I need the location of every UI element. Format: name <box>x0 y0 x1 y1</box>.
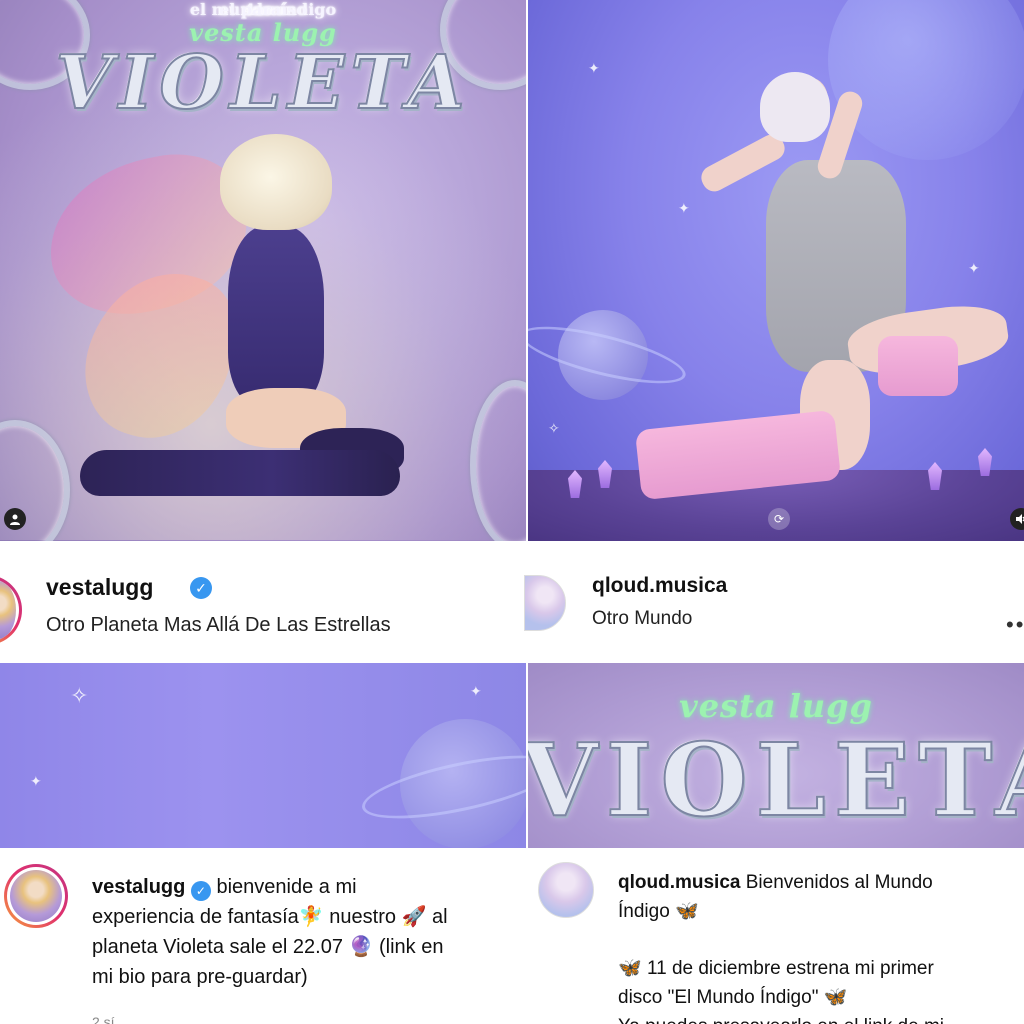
caption-text: mi bio para pre-guardar) <box>92 966 308 988</box>
post-location[interactable]: Otro Planeta Mas Allá De Las Estrellas <box>46 614 391 637</box>
username[interactable]: vestalugg <box>46 574 153 601</box>
cover-artist-name: vesta lugg <box>679 687 873 725</box>
cover-title: VIOLETA <box>54 39 471 127</box>
verified-badge-icon: ✓ <box>190 881 211 901</box>
planet-decoration <box>828 0 1024 160</box>
avatar[interactable] <box>524 575 566 631</box>
caption-text: experiencia de fantasía <box>92 906 299 928</box>
pink-boot <box>878 336 958 396</box>
caption-text: (link en <box>373 936 444 958</box>
butterfly-emoji-icon: 🦋 <box>823 987 848 1008</box>
cover-title: VIOLETA <box>528 720 1024 840</box>
avatar-image <box>0 581 16 639</box>
star-icon: ✦ <box>588 60 600 76</box>
instagram-share-icon: ⟳ <box>768 508 790 530</box>
figure-hair <box>760 72 830 142</box>
banner-track: el paraíso <box>219 0 307 19</box>
photo-otro-mundo[interactable]: ✦ ✦ ✦ ✧ ⟳ <box>528 0 1024 541</box>
album-cover-violeta[interactable]: vesta lugg VIOLETA <box>0 0 526 541</box>
fairy-emoji-icon: 🧚 <box>298 906 324 928</box>
caption-text: disco "El Mundo Índigo" <box>618 987 824 1008</box>
avatar[interactable] <box>538 862 594 918</box>
star-icon: ✦ <box>968 260 980 276</box>
caption-text: 11 de diciembre estrena mi primer <box>641 958 934 979</box>
figure-boots <box>80 450 400 496</box>
figure-body <box>228 226 324 406</box>
caption-text: planeta Violeta sale el 22.07 <box>92 936 349 958</box>
caption-text: Bienvenidos al Mundo <box>740 872 933 893</box>
caption-text: bienvenide a mi <box>216 876 357 898</box>
username[interactable]: qloud.musica <box>618 872 740 893</box>
caption-text: Índigo <box>618 901 676 922</box>
butterfly-emoji-icon: 🦋 <box>675 901 699 922</box>
album-cover-violeta-crop[interactable]: vesta lugg VIOLETA <box>528 663 1024 848</box>
caption-text: Ya puedes presavearlo en el link de mi <box>618 1012 1022 1024</box>
crystal-ball-emoji-icon: 🔮 <box>348 936 374 958</box>
username[interactable]: vestalugg <box>92 876 185 898</box>
rocket-emoji-icon: 🚀 <box>401 906 427 928</box>
user-tag-icon[interactable] <box>4 508 26 530</box>
caption-text: nuestro <box>323 906 402 928</box>
avatar[interactable] <box>4 864 68 928</box>
fairy-icon: ✧ <box>70 683 89 708</box>
audio-label[interactable]: Otro Mundo <box>592 608 692 630</box>
butterfly-emoji-icon: 🦋 <box>618 958 642 979</box>
star-icon: ✦ <box>470 683 482 699</box>
avatar[interactable] <box>0 575 22 645</box>
caption-more[interactable]: 2 sí <box>92 1014 115 1024</box>
more-options-icon[interactable]: •• <box>1006 612 1024 638</box>
figure-hair <box>220 134 332 230</box>
star-icon: ✧ <box>548 420 560 436</box>
caption-right: qloud.musica Bienvenidos al Mundo Índigo… <box>618 868 1022 1024</box>
star-icon: ✦ <box>30 773 42 789</box>
caption-left: vestalugg ✓ bienvenide a mi experiencia … <box>92 872 522 992</box>
verified-badge-icon: ✓ <box>190 577 212 599</box>
banner-el-mundo-indigo[interactable]: ✧ ✦ ✦ <box>0 663 526 848</box>
avatar-image <box>10 870 62 922</box>
post-header-row: vestalugg ✓ Otro Planeta Mas Allá De Las… <box>0 541 1024 663</box>
username[interactable]: qloud.musica <box>592 574 727 598</box>
star-icon: ✦ <box>678 200 690 216</box>
caption-text: al <box>426 906 448 928</box>
